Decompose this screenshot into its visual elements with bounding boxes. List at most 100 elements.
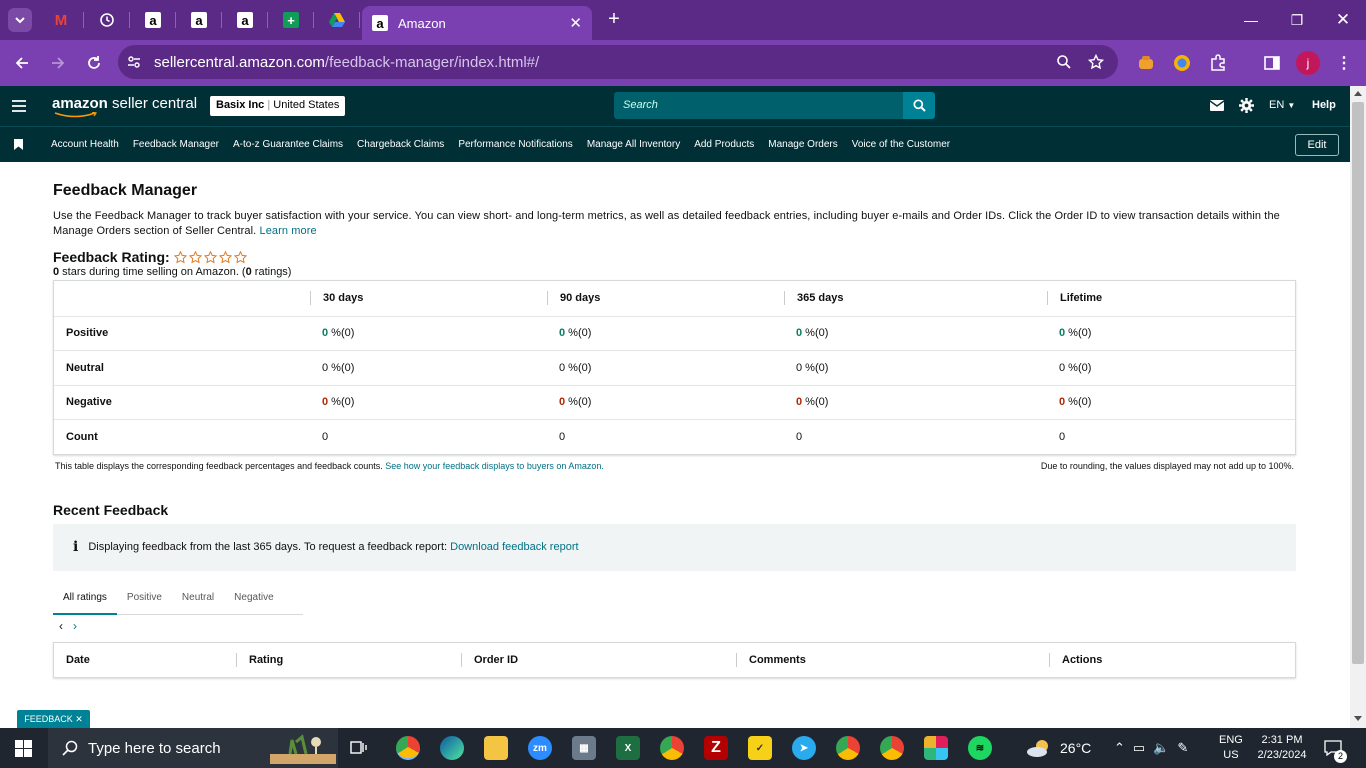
reload-button[interactable] — [76, 45, 112, 81]
column-header-comments[interactable]: Comments — [736, 652, 1049, 667]
bookmark-star-icon[interactable] — [1088, 54, 1104, 70]
nav-link-add-products[interactable]: Add Products — [694, 139, 754, 150]
download-report-link[interactable]: Download feedback report — [450, 541, 578, 553]
mail-icon[interactable] — [1210, 100, 1224, 111]
chrome-profile-icon[interactable] — [880, 736, 904, 760]
new-tab-button[interactable]: + — [604, 8, 624, 31]
zoom-icon[interactable] — [1056, 54, 1072, 70]
star-empty-icon — [173, 250, 187, 263]
chrome-profile-icon[interactable] — [660, 736, 684, 760]
buyer-display-link[interactable]: See how your feedback displays to buyers… — [385, 461, 604, 471]
minimize-button[interactable]: — — [1228, 0, 1274, 40]
feedback-tab-button[interactable]: FEEDBACK ✕ — [17, 710, 90, 728]
logo-amazon-text: amazon — [52, 95, 108, 112]
cell-suffix: %(0) — [328, 396, 355, 409]
search-input[interactable]: Search — [614, 92, 904, 119]
extension-honey-icon[interactable] — [1134, 51, 1158, 75]
back-button[interactable] — [4, 45, 40, 81]
column-header-order-id[interactable]: Order ID — [461, 652, 736, 667]
url-field[interactable]: sellercentral.amazon.com/feedback-manage… — [118, 45, 1118, 79]
bookmark-icon[interactable] — [14, 139, 23, 150]
zoom-app-icon[interactable]: zm — [528, 736, 552, 760]
chevron-right-icon[interactable]: › — [73, 619, 77, 633]
nav-link-feedback-manager[interactable]: Feedback Manager — [133, 139, 219, 150]
seller-central-logo[interactable]: amazon seller central — [52, 95, 197, 118]
column-header-rating[interactable]: Rating — [236, 652, 461, 667]
close-tab-icon[interactable]: ✕ — [569, 14, 582, 32]
learn-more-link[interactable]: Learn more — [259, 225, 316, 237]
extensions-puzzle-icon[interactable] — [1206, 51, 1230, 75]
nav-link-manage-orders[interactable]: Manage Orders — [768, 139, 837, 150]
tab-positive[interactable]: Positive — [117, 583, 172, 615]
nav-link-manage-inventory[interactable]: Manage All Inventory — [587, 139, 680, 150]
pinned-tab-amazon-1[interactable]: a — [130, 0, 176, 40]
weather-widget[interactable]: 26°C — [1026, 728, 1091, 768]
clock[interactable]: 2:31 PM 2/23/2024 — [1254, 728, 1310, 768]
table-cell: 0 %(0) — [784, 396, 1047, 408]
nav-link-a-to-z-claims[interactable]: A-to-z Guarantee Claims — [233, 139, 343, 150]
tab-all-ratings[interactable]: All ratings — [53, 583, 117, 615]
restore-button[interactable]: ❐ — [1274, 0, 1320, 40]
hamburger-menu-icon[interactable] — [12, 100, 26, 112]
page-scrollbar[interactable] — [1350, 86, 1366, 728]
nav-link-chargeback-claims[interactable]: Chargeback Claims — [357, 139, 444, 150]
nav-link-account-health[interactable]: Account Health — [51, 139, 119, 150]
telegram-icon[interactable]: ➤ — [792, 736, 816, 760]
tab-neutral[interactable]: Neutral — [172, 583, 224, 615]
chrome-icon[interactable] — [396, 736, 420, 760]
chevron-up-icon[interactable]: ⌃ — [1114, 740, 1125, 756]
column-header-90-days: 90 days — [547, 291, 784, 306]
site-info-icon[interactable] — [126, 54, 142, 70]
tab-negative[interactable]: Negative — [224, 583, 283, 615]
chevron-left-icon[interactable]: ‹ — [59, 619, 63, 633]
pinned-tab-sheets[interactable]: + — [268, 0, 314, 40]
volume-icon[interactable]: 🔈 — [1153, 740, 1169, 756]
scrollbar-thumb[interactable] — [1352, 102, 1364, 664]
browser-menu-icon[interactable]: ⋮ — [1332, 51, 1356, 75]
network-icon[interactable]: ▭ — [1133, 740, 1145, 756]
nav-link-performance-notifications[interactable]: Performance Notifications — [458, 139, 573, 150]
language-selector[interactable]: EN ▼ — [1269, 99, 1295, 111]
language-indicator[interactable]: ENG US — [1219, 728, 1243, 768]
calculator-icon[interactable]: ▦ — [572, 736, 596, 760]
edit-nav-button[interactable]: Edit — [1295, 134, 1339, 156]
close-icon[interactable]: ✕ — [75, 714, 83, 724]
side-panel-icon[interactable] — [1260, 51, 1284, 75]
profile-avatar[interactable]: j — [1296, 51, 1320, 75]
nav-link-voice-of-customer[interactable]: Voice of the Customer — [852, 139, 950, 150]
pinned-tab-amazon-3[interactable]: a — [222, 0, 268, 40]
pinned-tab-gmail[interactable]: M — [38, 0, 84, 40]
scroll-down-icon[interactable] — [1354, 716, 1362, 722]
active-tab[interactable]: a Amazon ✕ — [362, 6, 592, 40]
sticky-notes-icon[interactable]: ✓ — [748, 736, 772, 760]
account-switcher[interactable]: Basix Inc | United States — [210, 96, 346, 116]
cell-suffix: %(0) — [565, 361, 592, 374]
chrome-profile-icon[interactable] — [836, 736, 860, 760]
notification-center[interactable]: 2 — [1324, 728, 1347, 768]
edge-icon[interactable] — [440, 736, 464, 760]
tab-search-button[interactable] — [8, 8, 32, 32]
pinned-tab-amazon-2[interactable]: a — [176, 0, 222, 40]
search-button[interactable] — [903, 92, 935, 119]
pinned-tab-history[interactable] — [84, 0, 130, 40]
lang-line-1: ENG — [1219, 734, 1243, 746]
filezilla-icon[interactable]: Z — [704, 736, 728, 760]
excel-icon[interactable]: X — [616, 736, 640, 760]
pen-icon[interactable]: ✎ — [1177, 740, 1188, 756]
column-header-actions[interactable]: Actions — [1049, 652, 1295, 667]
file-explorer-icon[interactable] — [484, 736, 508, 760]
close-window-button[interactable]: ✕ — [1320, 0, 1366, 40]
settings-gear-icon[interactable] — [1239, 98, 1254, 113]
account-name: Basix Inc — [216, 99, 265, 111]
taskbar-search[interactable]: Type here to search — [48, 728, 338, 768]
help-link[interactable]: Help — [1312, 99, 1336, 111]
spotify-icon[interactable]: ≋ — [968, 736, 992, 760]
windows-start-icon[interactable] — [15, 740, 32, 757]
slack-icon[interactable] — [924, 736, 948, 760]
pinned-tab-drive[interactable] — [314, 0, 360, 40]
column-header-date[interactable]: Date — [54, 653, 236, 667]
extension-circle-icon[interactable] — [1170, 51, 1194, 75]
forward-button[interactable] — [40, 45, 76, 81]
task-view-icon[interactable] — [350, 740, 368, 756]
scroll-up-icon[interactable] — [1354, 90, 1362, 96]
